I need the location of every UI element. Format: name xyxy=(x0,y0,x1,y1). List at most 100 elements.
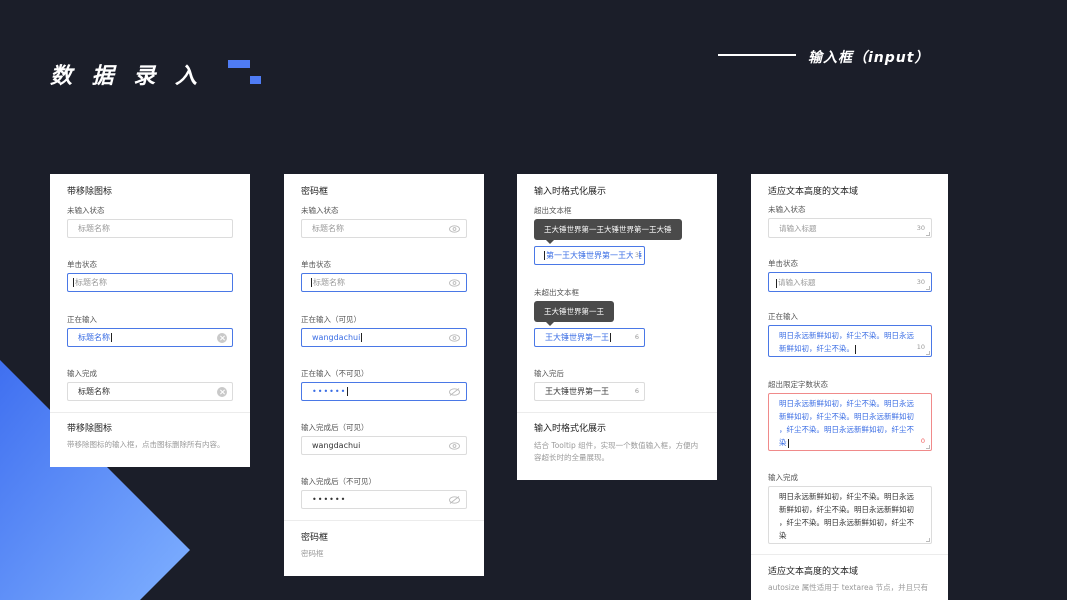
eye-icon[interactable] xyxy=(449,334,460,342)
input-empty[interactable]: 标题名称 xyxy=(67,219,233,238)
text-cursor xyxy=(855,344,856,354)
card-title: 输入时格式化展示 xyxy=(534,187,607,197)
state-label: 未输入状态 xyxy=(67,206,105,215)
resize-handle[interactable] xyxy=(926,351,930,355)
placeholder-text: 标题名称 xyxy=(312,224,344,233)
text-line: 明日永远新鲜如初，纤尘不染。明日永远 xyxy=(779,399,914,408)
state-label: 单击状态 xyxy=(301,260,331,269)
textarea-empty[interactable]: 请输入标题 30 xyxy=(768,218,932,238)
text-line: 染 xyxy=(779,531,787,540)
text-cursor xyxy=(347,387,349,396)
text-line: 明日永远新鲜如初，纤尘不染。明日永远 xyxy=(779,492,914,501)
textarea-done[interactable]: 明日永远新鲜如初，纤尘不染。明日永远 新鲜如初，纤尘不染。明日永远新鲜如初 ，纤… xyxy=(768,486,932,544)
char-count: 0 xyxy=(920,437,925,445)
state-label: 正在输入 xyxy=(67,315,97,324)
footer-description: autosize 属性适用于 textarea 节点，并且只有 xyxy=(768,583,929,592)
input-value: 标题名称 xyxy=(78,387,110,396)
password-empty[interactable]: 标题名称 xyxy=(301,219,467,238)
resize-handle[interactable] xyxy=(926,445,930,449)
header-line xyxy=(718,54,796,56)
input-focused[interactable]: 标题名称 xyxy=(67,273,233,292)
textarea-focused[interactable]: 请输入标题 30 xyxy=(768,272,932,292)
eye-icon[interactable] xyxy=(449,442,460,450)
footer-title: 适应文本高度的文本域 xyxy=(768,567,859,577)
card-title: 带移除图标 xyxy=(67,187,113,197)
text-cursor xyxy=(787,438,789,448)
state-label: 输入完后 xyxy=(534,369,564,378)
text-cursor xyxy=(73,278,74,287)
state-label: 输入完成后（可见） xyxy=(301,423,369,432)
state-label: 输入完成 xyxy=(768,473,798,482)
eye-icon[interactable] xyxy=(449,225,460,233)
input-done[interactable]: 王大锤世界第一王 6 xyxy=(534,382,645,401)
char-count: 6 xyxy=(634,333,639,341)
text-line: 明日永远新鲜如初，纤尘不染。明日永远 xyxy=(779,331,914,340)
clear-icon[interactable] xyxy=(217,333,227,343)
card-tooltip-input: 输入时格式化展示 超出文本框 王大锤世界第一王大锤世界第一王大锤 第一王大锤世界… xyxy=(517,174,717,480)
input-value: 标题名称 xyxy=(78,333,110,342)
page-title: 数 据 录 入 xyxy=(50,64,203,89)
divider xyxy=(50,412,250,413)
input-overflow[interactable]: 第一王大锤世界第一王大锤 3 xyxy=(534,246,645,265)
input-value: •••••• xyxy=(312,387,347,396)
tooltip: 王大锤世界第一王 xyxy=(534,301,614,326)
footer-description: 密码框 xyxy=(301,549,324,558)
input-value: 王大锤世界第一王 xyxy=(545,333,609,342)
password-typing-visible[interactable]: wangdachui xyxy=(301,328,467,347)
card-title: 适应文本高度的文本域 xyxy=(768,187,859,197)
input-value: wangdachui xyxy=(312,333,361,342)
resize-handle[interactable] xyxy=(926,286,930,290)
input-value: wangdachui xyxy=(312,441,361,450)
input-value: 王大锤世界第一王 xyxy=(545,387,609,396)
text-line: ，纤尘不染。明日永远新鲜如初，纤尘不 xyxy=(779,425,914,434)
state-label: 单击状态 xyxy=(67,260,97,269)
text-line: 染 xyxy=(779,438,787,447)
eye-icon[interactable] xyxy=(449,279,460,287)
text-cursor xyxy=(610,333,611,342)
input-value: •••••• xyxy=(312,495,347,504)
text-cursor xyxy=(544,251,545,260)
state-label: 未输入状态 xyxy=(301,206,339,215)
footer-description: 带移除图标的输入框，点击图标删除所有内容。 xyxy=(67,440,225,449)
footer-title: 密码框 xyxy=(301,533,329,543)
password-done-visible[interactable]: wangdachui xyxy=(301,436,467,455)
divider xyxy=(284,520,484,521)
textarea-typing[interactable]: 明日永远新鲜如初，纤尘不染。明日永远 新鲜如初，纤尘不染。 10 xyxy=(768,325,932,357)
decor-block-small xyxy=(250,76,261,84)
placeholder-text: 标题名称 xyxy=(313,278,345,287)
char-count: 3 xyxy=(632,247,639,264)
password-done-hidden[interactable]: •••••• xyxy=(301,490,467,509)
eye-off-icon[interactable] xyxy=(449,496,460,504)
state-label: 单击状态 xyxy=(768,259,798,268)
state-label: 未输入状态 xyxy=(768,205,806,214)
char-count: 30 xyxy=(916,224,925,232)
char-count: 10 xyxy=(916,343,925,351)
text-cursor xyxy=(776,278,777,288)
password-focused[interactable]: 标题名称 xyxy=(301,273,467,292)
input-not-overflow[interactable]: 王大锤世界第一王 6 xyxy=(534,328,645,347)
state-label: 正在输入（不可见） xyxy=(301,369,369,378)
resize-handle[interactable] xyxy=(926,232,930,236)
text-cursor xyxy=(311,278,312,287)
state-label: 输入完成后（不可见） xyxy=(301,477,376,486)
placeholder-text: 请输入标题 xyxy=(779,224,817,233)
footer-title: 带移除图标 xyxy=(67,424,113,434)
textarea-over-limit[interactable]: 明日永远新鲜如初，纤尘不染。明日永远 新鲜如初，纤尘不染。明日永远新鲜如初 ，纤… xyxy=(768,393,932,451)
input-done[interactable]: 标题名称 xyxy=(67,382,233,401)
input-value: 第一王大锤世界第一王大锤 xyxy=(546,251,642,260)
input-typing[interactable]: 标题名称 xyxy=(67,328,233,347)
text-line: 新鲜如初，纤尘不染。明日永远新鲜如初 xyxy=(779,412,914,421)
card-password-input: 密码框 未输入状态 标题名称 单击状态 标题名称 正在输入（可见） wangda… xyxy=(284,174,484,576)
placeholder-text: 标题名称 xyxy=(78,224,110,233)
card-clearable-input: 带移除图标 未输入状态 标题名称 单击状态 标题名称 正在输入 标题名称 输入完… xyxy=(50,174,250,467)
decor-block xyxy=(228,60,250,68)
eye-off-icon[interactable] xyxy=(449,388,460,396)
text-line: 新鲜如初，纤尘不染。明日永远新鲜如初 xyxy=(779,505,914,514)
state-label: 未超出文本框 xyxy=(534,288,579,297)
card-title: 密码框 xyxy=(301,187,329,197)
placeholder-text: 请输入标题 xyxy=(778,278,816,287)
password-typing-hidden[interactable]: •••••• xyxy=(301,382,467,401)
resize-handle[interactable] xyxy=(926,538,930,542)
state-label: 正在输入（可见） xyxy=(301,315,361,324)
clear-icon[interactable] xyxy=(217,387,227,397)
